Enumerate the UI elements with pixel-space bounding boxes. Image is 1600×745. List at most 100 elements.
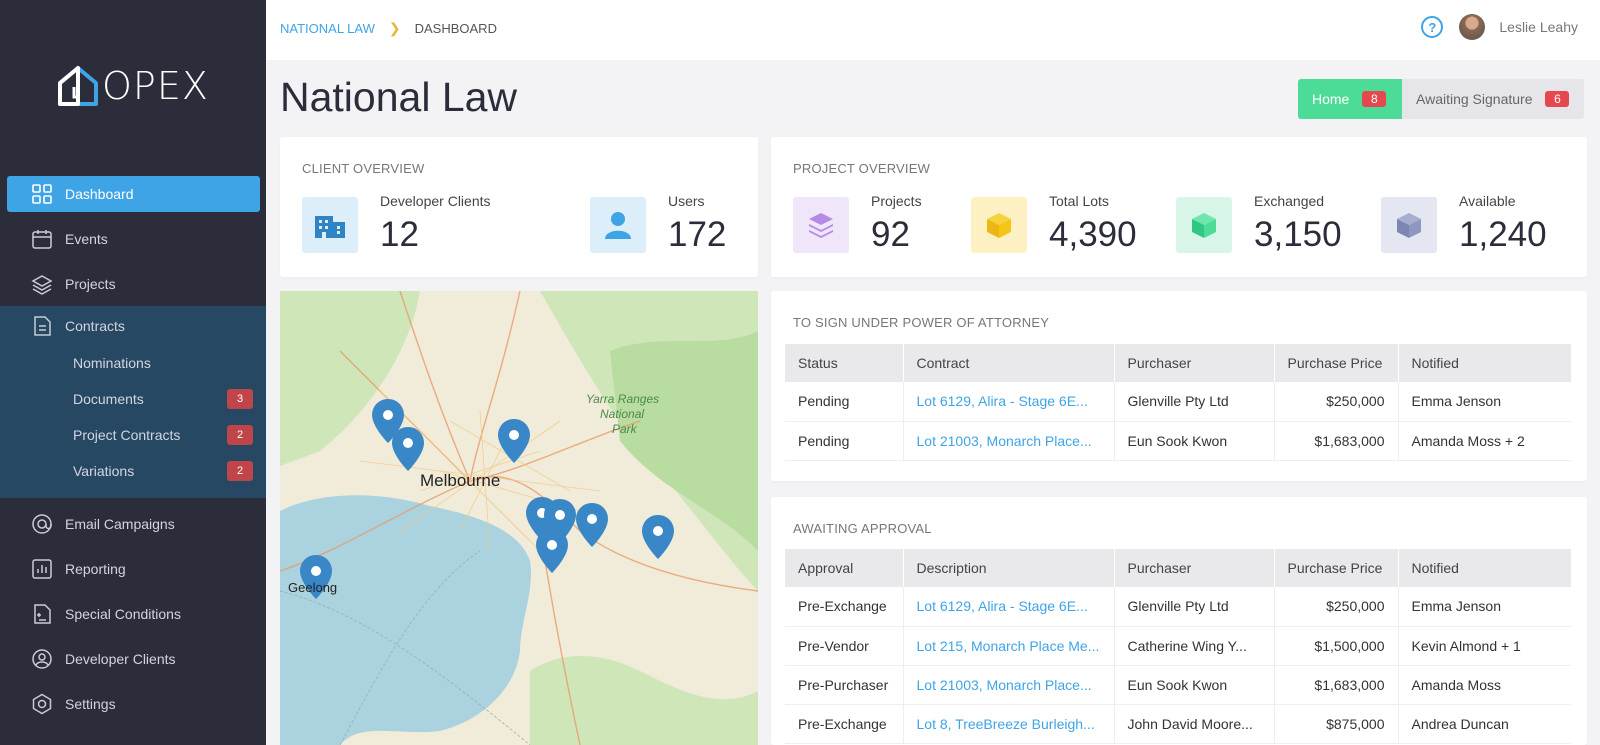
sidebar-subitem-label: Project Contracts bbox=[73, 427, 181, 443]
project-overview-card: PROJECT OVERVIEW Projects 92 Total Lots … bbox=[771, 137, 1587, 277]
approval-table: Approval Description Purchaser Purchase … bbox=[785, 549, 1571, 744]
sidebar-item-label: Settings bbox=[65, 696, 116, 712]
logo-text: OPEX bbox=[102, 64, 209, 108]
avatar[interactable] bbox=[1459, 14, 1486, 40]
user-name[interactable]: Leslie Leahy bbox=[1499, 19, 1578, 35]
stat-label: Developer Clients bbox=[380, 193, 491, 209]
count-badge: 2 bbox=[227, 425, 253, 445]
column-header[interactable]: Contract bbox=[903, 344, 1115, 382]
table-header-row: Approval Description Purchaser Purchase … bbox=[785, 549, 1571, 587]
breadcrumb-link[interactable]: NATIONAL LAW bbox=[280, 21, 375, 36]
sidebar-item-projects[interactable]: Projects bbox=[7, 266, 260, 302]
help-icon[interactable]: ? bbox=[1421, 16, 1444, 38]
cell-price: $250,000 bbox=[1274, 587, 1399, 627]
column-header[interactable]: Notified bbox=[1398, 344, 1571, 382]
table-row[interactable]: Pending Lot 6129, Alira - Stage 6E... Gl… bbox=[785, 382, 1571, 422]
cell-description-link[interactable]: Lot 6129, Alira - Stage 6E... bbox=[903, 587, 1115, 627]
table-row[interactable]: Pre-Exchange Lot 6129, Alira - Stage 6E.… bbox=[785, 587, 1571, 627]
cell-purchaser: John David Moore... bbox=[1114, 704, 1275, 744]
tab-awaiting-signature[interactable]: Awaiting Signature 6 bbox=[1402, 79, 1584, 119]
column-header[interactable]: Approval bbox=[785, 549, 904, 587]
map-label-city: Geelong bbox=[288, 580, 337, 595]
tab-bar: Home 8 Awaiting Signature 6 bbox=[1298, 79, 1584, 119]
stat-label: Exchanged bbox=[1254, 193, 1325, 209]
sidebar-item-events[interactable]: Events bbox=[7, 221, 260, 257]
cell-price: $1,683,000 bbox=[1274, 421, 1399, 461]
sidebar-subitem-variations[interactable]: Variations 2 bbox=[73, 459, 253, 483]
column-header[interactable]: Status bbox=[785, 344, 904, 382]
column-header[interactable]: Purchaser bbox=[1114, 549, 1275, 587]
stat-users: Users 172 bbox=[590, 193, 726, 255]
cell-notified: Amanda Moss bbox=[1398, 665, 1571, 705]
cube-icon bbox=[971, 197, 1027, 253]
cell-notified: Emma Jenson bbox=[1398, 587, 1571, 627]
stat-value: 1,240 bbox=[1459, 215, 1547, 254]
sidebar-item-email-campaigns[interactable]: Email Campaigns bbox=[7, 506, 260, 542]
logo[interactable]: OPEX bbox=[56, 64, 209, 108]
cell-contract-link[interactable]: Lot 21003, Monarch Place... bbox=[903, 421, 1115, 461]
tab-label: Home bbox=[1312, 91, 1350, 107]
column-header[interactable]: Purchase Price bbox=[1274, 344, 1399, 382]
doc-plus-icon bbox=[31, 603, 53, 625]
stat-projects: Projects 92 bbox=[793, 193, 922, 255]
sidebar-item-settings[interactable]: Settings bbox=[7, 686, 260, 722]
column-header[interactable]: Description bbox=[903, 549, 1115, 587]
map-canvas[interactable]: Melbourne Geelong Yarra Ranges National … bbox=[280, 291, 758, 745]
column-header[interactable]: Purchase Price bbox=[1274, 549, 1399, 587]
cell-description-link[interactable]: Lot 215, Monarch Place Me... bbox=[903, 626, 1115, 666]
project-map[interactable]: Melbourne Geelong Yarra Ranges National … bbox=[280, 291, 758, 745]
table-row[interactable]: Pre-Purchaser Lot 21003, Monarch Place..… bbox=[785, 665, 1571, 705]
sidebar-item-special-conditions[interactable]: Special Conditions bbox=[7, 596, 260, 632]
table-row[interactable]: Pre-Exchange Lot 8, TreeBreeze Burleigh.… bbox=[785, 704, 1571, 744]
stat-value: 12 bbox=[380, 215, 419, 254]
user-circle-icon bbox=[31, 648, 53, 670]
sidebar-item-label: Events bbox=[65, 231, 108, 247]
sidebar-subitem-nominations[interactable]: Nominations bbox=[73, 351, 253, 375]
chevron-right-icon: ❯ bbox=[388, 20, 401, 36]
card-title: PROJECT OVERVIEW bbox=[793, 161, 931, 176]
table-row[interactable]: Pending Lot 21003, Monarch Place... Eun … bbox=[785, 421, 1571, 461]
card-title: AWAITING APPROVAL bbox=[793, 521, 932, 536]
table-header-row: Status Contract Purchaser Purchase Price… bbox=[785, 344, 1571, 382]
breadcrumb-current: DASHBOARD bbox=[414, 21, 497, 36]
tab-home[interactable]: Home 8 bbox=[1298, 79, 1402, 119]
cell-price: $250,000 bbox=[1274, 382, 1399, 422]
sidebar-item-contracts[interactable]: Contracts bbox=[7, 308, 260, 344]
cell-notified: Andrea Duncan bbox=[1398, 704, 1571, 744]
layers-icon bbox=[793, 197, 849, 253]
cell-approval: Pre-Exchange bbox=[785, 587, 904, 627]
count-badge: 6 bbox=[1545, 91, 1570, 107]
sidebar-subitem-documents[interactable]: Documents 3 bbox=[73, 387, 253, 411]
stat-value: 92 bbox=[871, 215, 910, 254]
column-header[interactable]: Notified bbox=[1398, 549, 1571, 587]
sidebar-item-label: Dashboard bbox=[65, 186, 134, 202]
cell-description-link[interactable]: Lot 21003, Monarch Place... bbox=[903, 665, 1115, 705]
sidebar-item-label: Email Campaigns bbox=[65, 516, 175, 532]
layers-icon bbox=[31, 273, 53, 295]
user-menu[interactable]: ? Leslie Leahy bbox=[1421, 14, 1578, 40]
table-row[interactable]: Pre-Vendor Lot 215, Monarch Place Me... … bbox=[785, 626, 1571, 666]
grid-icon bbox=[31, 183, 53, 205]
card-title: TO SIGN UNDER POWER OF ATTORNEY bbox=[793, 315, 1050, 330]
sidebar-subitem-project-contracts[interactable]: Project Contracts 2 bbox=[73, 423, 253, 447]
stat-label: Users bbox=[668, 193, 705, 209]
column-header[interactable]: Purchaser bbox=[1114, 344, 1275, 382]
cell-purchaser: Catherine Wing Y... bbox=[1114, 626, 1275, 666]
count-badge: 3 bbox=[227, 389, 253, 409]
sidebar: OPEX Dashboard Events Projects Contracts… bbox=[0, 0, 266, 745]
poa-table: Status Contract Purchaser Purchase Price… bbox=[785, 344, 1571, 461]
stat-label: Available bbox=[1459, 193, 1516, 209]
sidebar-item-label: Projects bbox=[65, 276, 116, 292]
sidebar-item-label: Reporting bbox=[65, 561, 126, 577]
stat-total-lots: Total Lots 4,390 bbox=[971, 193, 1137, 255]
stat-available: Available 1,240 bbox=[1381, 193, 1547, 255]
stat-developer-clients: Developer Clients 12 bbox=[302, 193, 491, 255]
sidebar-item-reporting[interactable]: Reporting bbox=[7, 551, 260, 587]
sidebar-item-developer-clients[interactable]: Developer Clients bbox=[7, 641, 260, 677]
cell-purchaser: Eun Sook Kwon bbox=[1114, 665, 1275, 705]
cell-description-link[interactable]: Lot 8, TreeBreeze Burleigh... bbox=[903, 704, 1115, 744]
calendar-icon bbox=[31, 228, 53, 250]
cube-icon bbox=[1176, 197, 1232, 253]
cell-contract-link[interactable]: Lot 6129, Alira - Stage 6E... bbox=[903, 382, 1115, 422]
sidebar-item-dashboard[interactable]: Dashboard bbox=[7, 176, 260, 212]
